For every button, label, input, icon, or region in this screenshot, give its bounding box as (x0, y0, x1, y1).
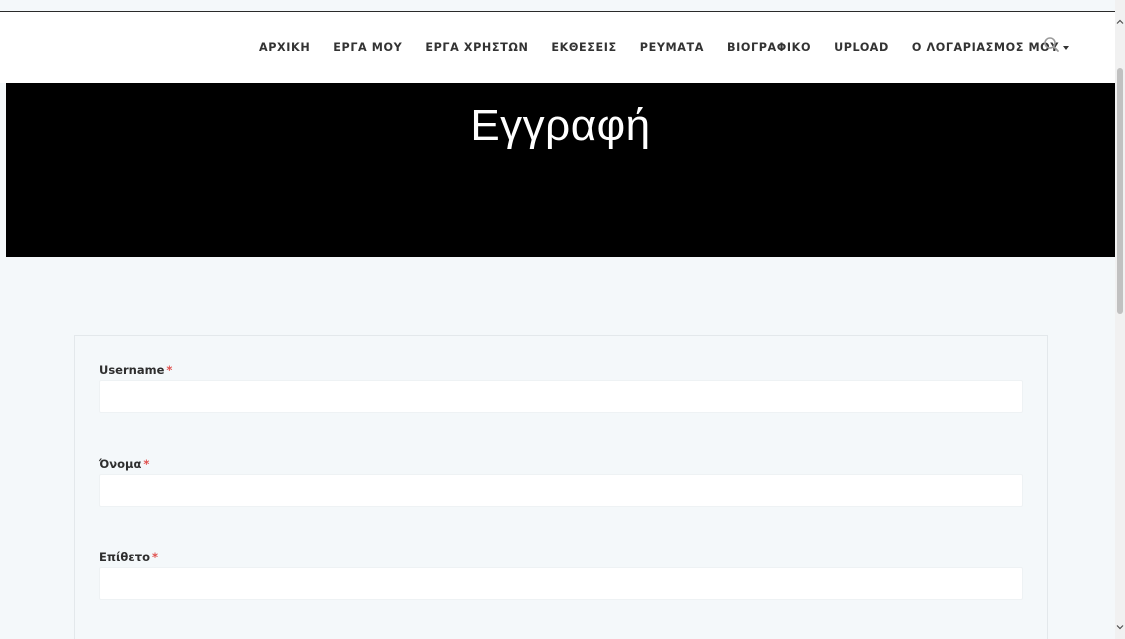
last-name-label-text: Επίθετο (99, 550, 150, 564)
scroll-down-arrow-icon[interactable] (1115, 617, 1125, 630)
scroll-up-arrow-icon[interactable] (1115, 12, 1125, 24)
page-header-banner: Εγγραφή (6, 83, 1115, 257)
required-marker: * (166, 363, 173, 377)
registration-form: Username * Όνομα * Επίθετο * (74, 335, 1048, 639)
nav-item-home[interactable]: ΑΡΧΙΚΗ (259, 41, 310, 54)
my-account-label: Ο ΛΟΓΑΡΙΑΣΜΟΣ ΜΟΥ (911, 41, 1059, 54)
nav-item-exhibitions[interactable]: ΕΚΘΕΣΕΙΣ (551, 41, 616, 54)
main-navbar: ΑΡΧΙΚΗ ΕΡΓΑ ΜΟΥ ΕΡΓΑ ΧΡΗΣΤΩΝ ΕΚΘΕΣΕΙΣ ΡΕ… (0, 12, 1115, 83)
required-marker: * (143, 457, 150, 471)
main-nav: ΑΡΧΙΚΗ ΕΡΓΑ ΜΟΥ ΕΡΓΑ ΧΡΗΣΤΩΝ ΕΚΘΕΣΕΙΣ ΡΕ… (259, 12, 1069, 83)
caret-down-icon (1063, 45, 1069, 50)
required-marker: * (151, 550, 158, 564)
search-icon[interactable] (1042, 35, 1062, 55)
scrollbar-thumb[interactable] (1117, 68, 1123, 314)
first-name-field-group: Όνομα * (99, 456, 1023, 507)
last-name-label: Επίθετο * (99, 549, 1023, 565)
last-name-input[interactable] (99, 567, 1023, 600)
vertical-scrollbar[interactable] (1115, 0, 1125, 639)
first-name-label-text: Όνομα (99, 457, 142, 471)
username-label-text: Username (99, 363, 165, 377)
page-title: Εγγραφή (470, 101, 651, 150)
nav-item-movements[interactable]: ΡΕΥΜΑΤΑ (640, 41, 704, 54)
nav-item-biography[interactable]: ΒΙΟΓΡΑΦΙΚΟ (727, 41, 811, 54)
first-name-input[interactable] (99, 474, 1023, 507)
username-input[interactable] (99, 380, 1023, 413)
page-viewport: ΑΡΧΙΚΗ ΕΡΓΑ ΜΟΥ ΕΡΓΑ ΧΡΗΣΤΩΝ ΕΚΘΕΣΕΙΣ ΡΕ… (0, 0, 1115, 639)
nav-item-upload[interactable]: UPLOAD (834, 41, 889, 54)
first-name-label: Όνομα * (99, 456, 1023, 472)
last-name-field-group: Επίθετο * (99, 549, 1023, 600)
nav-item-user-works[interactable]: ΕΡΓΑ ΧΡΗΣΤΩΝ (425, 41, 528, 54)
username-label: Username * (99, 362, 1023, 378)
nav-item-my-works[interactable]: ΕΡΓΑ ΜΟΥ (333, 41, 402, 54)
username-field-group: Username * (99, 362, 1023, 413)
